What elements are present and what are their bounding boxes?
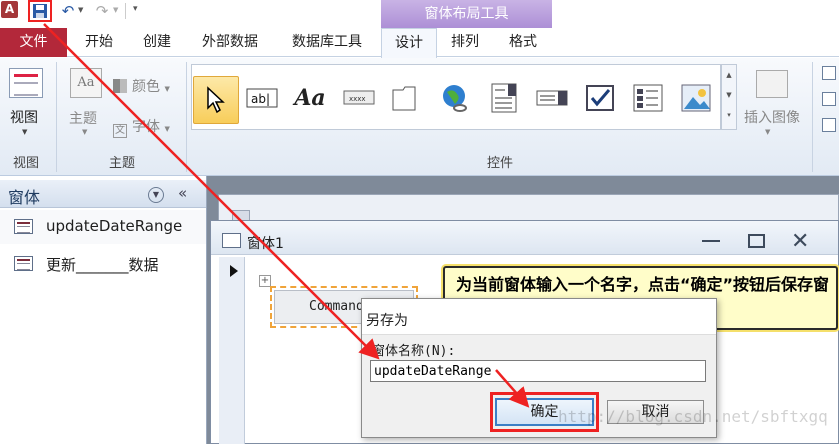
group-label-view: 视图 [12,156,39,171]
svg-text:xxxx: xxxx [349,95,366,103]
label-icon[interactable]: Aa [288,74,332,122]
colors-label: 颜色 [132,79,160,95]
tab-home[interactable]: 开始 [76,28,122,57]
form-name-input[interactable] [370,360,706,382]
date-time-icon[interactable] [822,118,836,132]
record-selector[interactable] [219,257,245,444]
gallery-scroll-icon[interactable]: ▲ ▼ ▾ [721,64,737,130]
textbox-icon[interactable]: ab| [240,74,284,122]
group-separator [56,62,57,172]
fonts-icon: 文 [113,124,127,138]
form-name-label: 窗体名称(N): [372,344,456,359]
tab-control-icon[interactable] [385,74,429,122]
nav-pane-title: 窗体 [8,188,41,207]
tab-file[interactable]: 文件 [0,28,67,57]
view-button-label[interactable]: 视图 [10,107,38,127]
save-icon [33,4,47,18]
minimize-icon[interactable] [702,240,720,242]
form-icon [14,256,33,271]
context-tab-header: 窗体布局工具 [381,0,552,28]
group-separator [812,62,813,172]
group-separator [186,62,187,172]
tab-create[interactable]: 创建 [134,28,180,57]
insert-image-dropdown-icon[interactable]: ▼ [765,128,770,136]
option-group-icon[interactable] [626,74,670,122]
theme-dropdown-icon[interactable]: ▼ [82,128,87,136]
customize-qat-icon[interactable]: ▾ [133,4,138,14]
theme-icon[interactable]: Aa [70,68,102,98]
access-app-icon[interactable]: A [1,1,18,18]
svg-text:ab|: ab| [251,92,270,106]
view-icon[interactable] [9,68,43,98]
form-titlebar[interactable] [211,221,838,255]
close-icon[interactable]: ✕ [791,229,809,254]
tab-external-data[interactable]: 外部数据 [192,28,268,57]
nav-item-label[interactable]: 更新_______数据 [46,254,159,275]
collapse-pane-icon[interactable]: « [178,184,187,202]
tab-format[interactable]: 格式 [500,28,546,57]
dialog-title: 另存为 [366,313,408,329]
insert-image-label[interactable]: 插入图像 [744,107,800,127]
combobox-icon[interactable] [482,74,526,122]
logo-icon[interactable] [822,66,836,80]
maximize-icon[interactable] [748,234,765,248]
colors-icon [113,79,127,93]
listbox-icon[interactable] [530,74,574,122]
select-pointer-icon[interactable] [193,76,239,124]
current-record-icon [230,265,238,277]
view-dropdown-icon[interactable]: ▼ [22,128,27,136]
chevron-down-icon[interactable]: ▼ [148,187,164,203]
fonts-label: 字体 [132,119,160,135]
theme-button-label[interactable]: 主题 [69,108,97,128]
checkbox-icon[interactable] [578,74,622,122]
form-icon [14,219,33,234]
undo-icon[interactable]: ↶ [56,2,80,20]
qat-separator [125,3,126,19]
tab-arrange[interactable]: 排列 [442,28,488,57]
undo-dropdown-icon[interactable]: ▼ [78,6,83,14]
redo-icon[interactable]: ↷ [92,2,112,20]
watermark: http://blog.csdn.net/sbftxgq [558,407,828,426]
nav-item-label[interactable]: updateDateRange [46,217,182,235]
hyperlink-icon[interactable] [433,74,477,122]
tab-database-tools[interactable]: 数据库工具 [281,28,373,57]
button-icon[interactable]: xxxx [337,74,381,122]
title-icon[interactable] [822,92,836,106]
redo-dropdown-icon[interactable]: ▼ [113,6,118,14]
insert-image-icon[interactable] [756,70,788,98]
group-label-theme: 主题 [108,156,135,171]
save-button[interactable] [28,0,52,22]
colors-button[interactable]: 颜色 ▼ [113,76,170,96]
form-icon [222,233,241,248]
tab-design[interactable]: 设计 [381,28,437,58]
form-title: 窗体1 [247,236,284,252]
fonts-button[interactable]: 文字体 ▼ [113,116,170,138]
image-icon[interactable] [674,74,718,122]
group-label-controls: 控件 [486,156,513,171]
